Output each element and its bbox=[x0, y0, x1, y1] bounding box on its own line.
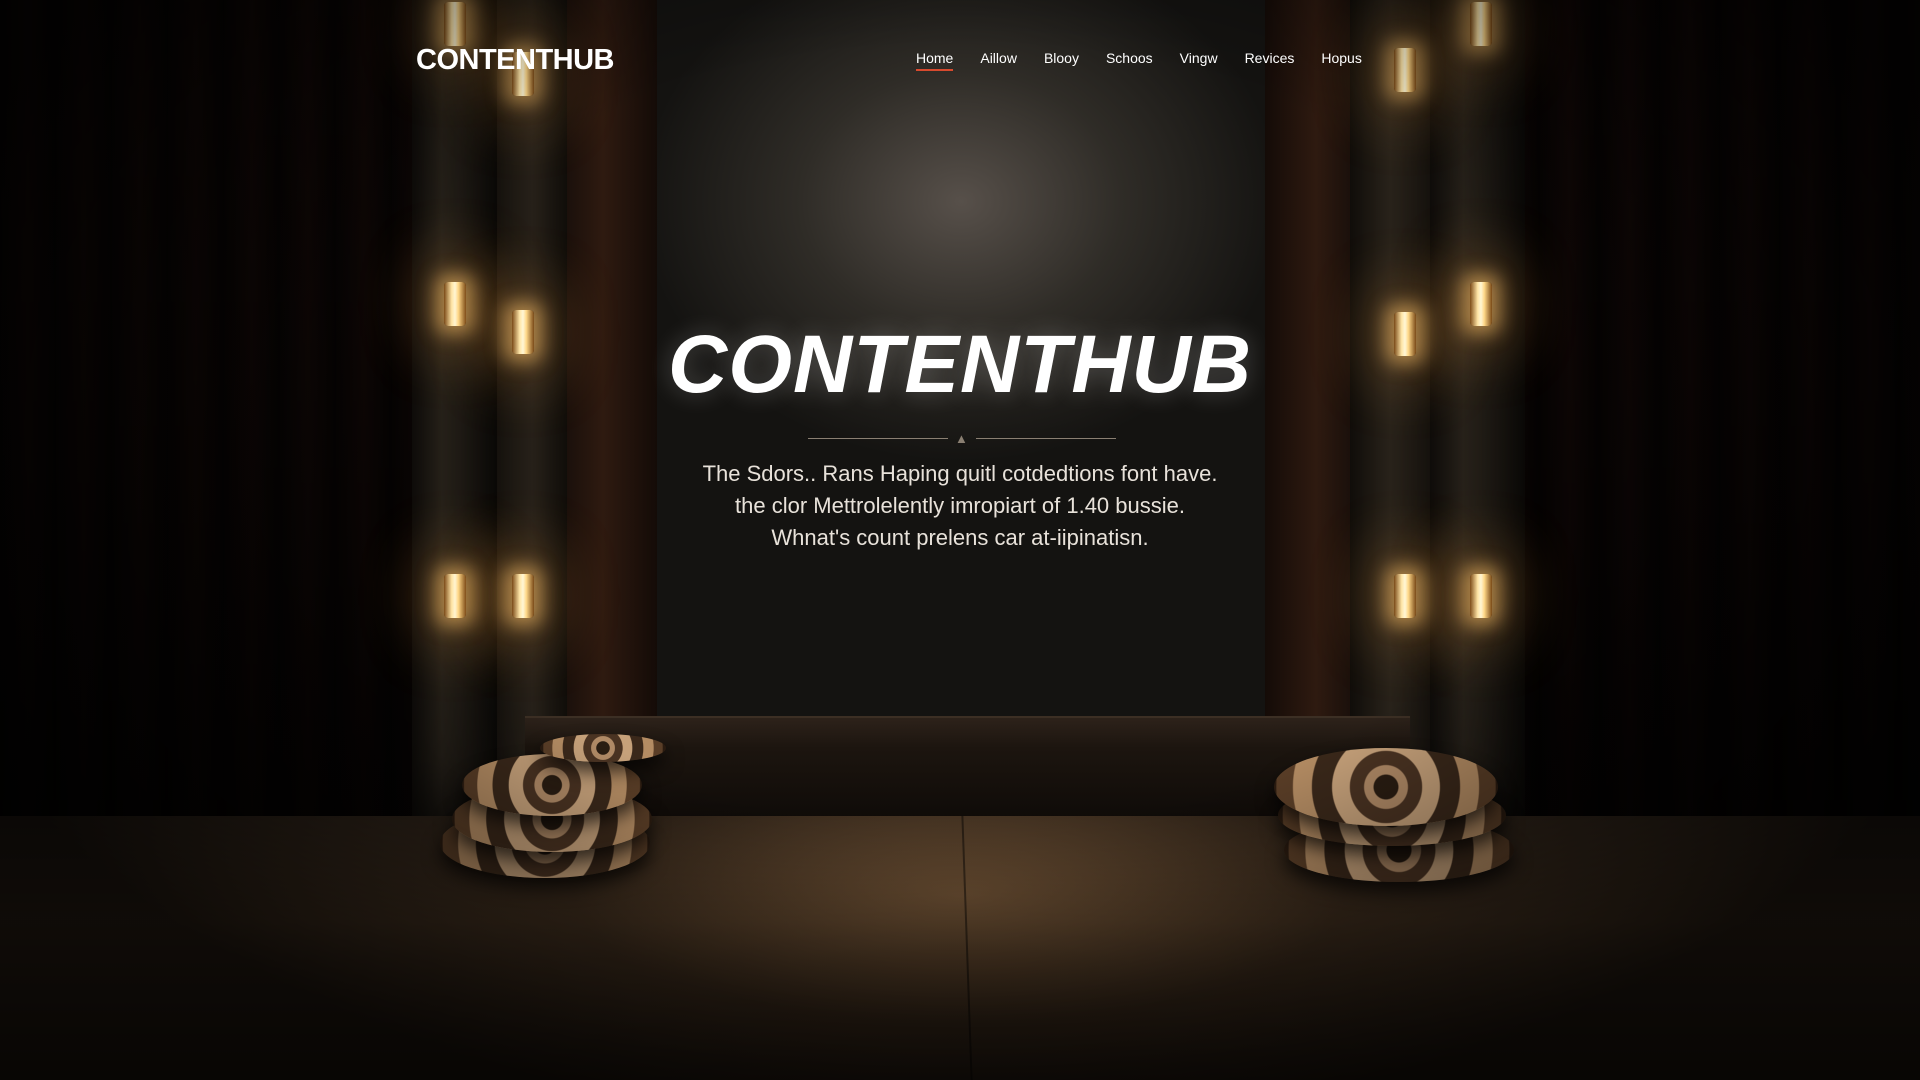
divider-line-left bbox=[808, 438, 948, 439]
nav-item-revices[interactable]: Revices bbox=[1245, 50, 1295, 66]
film-reel-icon bbox=[462, 754, 642, 816]
hero-title: CONTENTHUB bbox=[668, 319, 1252, 410]
hero-divider: ▲ bbox=[808, 431, 1116, 446]
floor bbox=[0, 816, 1920, 1080]
left-pillar-outer bbox=[412, 0, 497, 840]
film-reel-icon bbox=[540, 734, 666, 762]
wall-light-icon bbox=[1470, 574, 1492, 618]
stage-platform bbox=[525, 716, 1410, 818]
tagline-line: Whnat's count prelens car at-iipinatisn. bbox=[771, 525, 1149, 550]
brand-logo[interactable]: CONTENTHUB bbox=[416, 44, 615, 77]
nav-item-aillow[interactable]: Aillow bbox=[980, 50, 1017, 66]
hero-tagline: The Sdors.. Rans Haping quitl cotdedtion… bbox=[0, 458, 1920, 554]
wall-light-icon bbox=[1394, 48, 1416, 92]
tagline-line: the clor Mettrolelently imropiart of 1.4… bbox=[735, 493, 1185, 518]
divider-line-right bbox=[976, 438, 1116, 439]
left-curtain bbox=[0, 0, 420, 900]
film-reel-icon bbox=[1274, 748, 1498, 826]
flame-icon: ▲ bbox=[955, 431, 968, 446]
left-pillar-inner bbox=[497, 0, 567, 840]
wall-light-icon bbox=[444, 574, 466, 618]
nav-item-home[interactable]: Home bbox=[916, 50, 954, 71]
right-pillar-inner bbox=[1350, 0, 1430, 840]
wall-light-icon bbox=[512, 574, 534, 618]
right-curtain bbox=[1480, 0, 1920, 900]
wall-light-icon bbox=[444, 2, 466, 46]
right-pillar-outer bbox=[1430, 0, 1525, 840]
main-nav: Home Aillow Blooy Schoos Vingw Revices H… bbox=[916, 50, 1389, 71]
tagline-line: The Sdors.. Rans Haping quitl cotdedtion… bbox=[702, 461, 1218, 486]
nav-item-vingw[interactable]: Vingw bbox=[1180, 50, 1218, 66]
wall-light-icon bbox=[1470, 2, 1492, 46]
nav-item-hopus[interactable]: Hopus bbox=[1321, 50, 1361, 66]
nav-item-schoos[interactable]: Schoos bbox=[1106, 50, 1153, 66]
wall-light-icon bbox=[1394, 574, 1416, 618]
nav-item-blooy[interactable]: Blooy bbox=[1044, 50, 1079, 66]
